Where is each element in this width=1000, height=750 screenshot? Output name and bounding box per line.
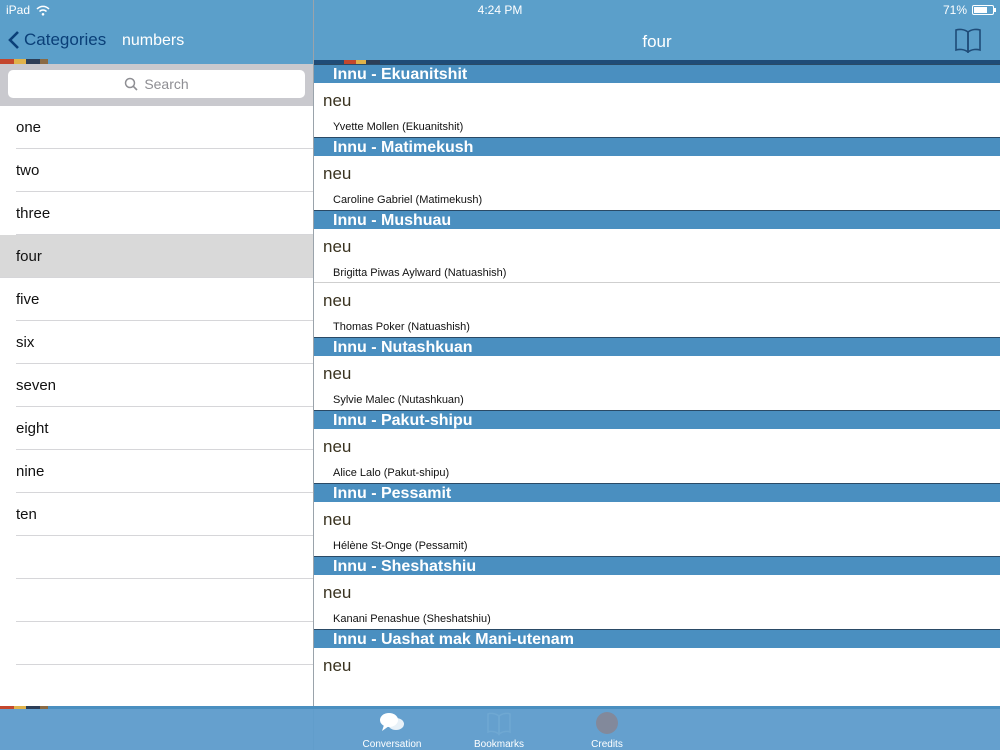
list-item-label: four [16,247,42,265]
section-header: Innu - Nutashkuan [314,337,1000,356]
list-item-two[interactable]: two [16,149,313,192]
translation-entry[interactable]: neu Thomas Poker (Natuashish) [314,283,1000,337]
translation-entry[interactable]: neu Caroline Gabriel (Matimekush) [314,156,1000,210]
list-item-label: seven [16,376,57,394]
book-icon [955,28,981,54]
speaker-name: Sylvie Malec (Nutashkuan) [333,394,464,406]
speaker-name: Hélène St-Onge (Pessamit) [333,540,468,552]
translation-entry[interactable]: neu Alice Lalo (Pakut-shipu) [314,429,1000,483]
translation-entry[interactable]: neu Brigitta Piwas Aylward (Natuashish) [314,229,1000,283]
section-header: Innu - Pakut-shipu [314,410,1000,429]
battery-percent: 71% [942,3,967,17]
tab-credits[interactable]: Credits [562,710,652,750]
magnifier-icon [125,77,138,91]
bookmark-button[interactable] [954,27,982,54]
decorative-strip [0,59,313,64]
translation-word: neu [323,583,352,602]
list-item-label: two [16,161,40,179]
empty-row [16,665,313,708]
translation-entry[interactable]: neu Hélène St-Onge (Pessamit) [314,502,1000,556]
speaker-name: Thomas Poker (Natuashish) [333,321,470,333]
translation-word: neu [323,237,352,256]
tab-label: Conversation [362,739,422,750]
list-item-seven[interactable]: seven [16,364,313,407]
search-placeholder: Search [144,76,189,92]
list-item-nine[interactable]: nine [16,450,313,493]
speaker-name: Kanani Penashue (Sheshatshiu) [333,613,491,625]
list-item-one[interactable]: one [16,106,313,149]
list-item-five[interactable]: five [16,278,313,321]
section-header: Innu - Sheshatshiu [314,556,1000,575]
back-button[interactable]: Categories [8,30,106,50]
section-header: Innu - Pessamit [314,483,1000,502]
section-header: Innu - Mushuau [314,210,1000,229]
speaker-name: Alice Lalo (Pakut-shipu) [333,467,450,479]
list-item-ten[interactable]: ten [16,493,313,536]
list-item-label: ten [16,505,37,523]
translation-word: neu [323,656,352,675]
list-item-label: eight [16,419,49,437]
empty-row [16,622,313,665]
list-item-four[interactable]: four [0,235,313,278]
translation-word: neu [323,91,352,110]
speaker-name: Caroline Gabriel (Matimekush) [333,194,483,206]
translations-list: Innu - Ekuanitshit neu Yvette Mollen (Ekua… [314,64,1000,706]
book-icon [487,712,511,736]
clock: 4:24 PM [477,3,523,17]
translation-entry[interactable]: neu Kanani Penashue (Sheshatshiu) [314,575,1000,629]
translation-word: neu [323,437,352,456]
chevron-left-icon [8,31,19,49]
list-item-label: one [16,118,42,136]
tab-conversation[interactable]: Conversation [347,710,437,750]
category-title: numbers [122,32,185,49]
section-header: Innu - Uashat mak Mani-utenam [314,629,1000,648]
list-item-label: nine [16,462,45,480]
status-bar: iPad 4:24 PM 71% [0,0,1000,20]
translation-entry[interactable]: neu Sylvie Malec (Nutashkuan) [314,356,1000,410]
tab-label: Credits [591,739,623,750]
category-items-list: one two three four five six seven eight nine ten [0,106,313,708]
speaker-name: Brigitta Piwas Aylward (Natuashish) [333,267,507,279]
translation-entry[interactable]: neu Yvette Mollen (Ekuanitshit) [314,83,1000,137]
battery-icon [972,5,996,15]
translation-word: neu [323,364,352,383]
speech-bubbles-icon [380,713,404,731]
section-header: Innu - Matimekush [314,137,1000,156]
search-input[interactable]: Search [8,70,305,98]
empty-row [16,536,313,579]
master-pane: Categories numbers Search one two three fou… [0,0,313,750]
decorative-strip [0,706,1000,709]
info-icon [596,712,618,734]
back-button-label: Categories [24,30,107,49]
tab-bookmarks[interactable]: Bookmarks [454,710,544,750]
list-item-eight[interactable]: eight [16,407,313,450]
section-header: Innu - Ekuanitshit [314,64,1000,83]
detail-title: four [642,32,672,51]
list-item-label: six [16,333,35,351]
list-item-label: three [16,204,51,222]
translation-word: neu [323,164,352,183]
list-item-label: five [16,290,40,308]
translation-entry[interactable]: neu [314,648,1000,702]
speaker-name: Yvette Mollen (Ekuanitshit) [333,121,464,133]
translation-word: neu [323,510,352,529]
list-item-three[interactable]: three [16,192,313,235]
translation-word: neu [323,291,352,310]
empty-row [16,579,313,622]
list-item-six[interactable]: six [16,321,313,364]
tab-bar: Conversation Bookmarks Credits [0,706,1000,750]
search-bar-container: Search [0,59,313,106]
tab-label: Bookmarks [473,739,524,750]
